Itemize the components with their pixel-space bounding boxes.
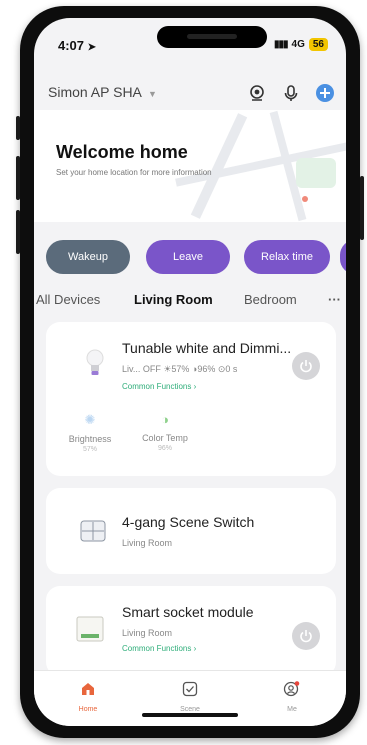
- light-bulb-icon: [86, 348, 104, 383]
- room-tabs: All Devices Living Room Bedroom ···: [34, 288, 346, 314]
- scene-more-button[interactable]: [340, 240, 346, 274]
- tabbar-me[interactable]: Me: [262, 681, 322, 713]
- scene-label: Relax time: [261, 251, 313, 263]
- scene-leave-button[interactable]: Leave: [146, 240, 230, 274]
- home-header: Simon AP SHA ▼: [34, 76, 346, 106]
- volume-up-button: [16, 156, 20, 200]
- microphone-icon[interactable]: [280, 82, 302, 104]
- sun-icon: ✺: [84, 412, 96, 427]
- welcome-title: Welcome home: [56, 142, 188, 162]
- tabbar-scene[interactable]: Scene: [160, 681, 220, 713]
- device-card-scene-switch[interactable]: 4-gang Scene Switch Living Room: [46, 488, 336, 574]
- signal-icon: ▮▮▮: [274, 39, 288, 50]
- scene-shortcuts: Wakeup Leave Relax time: [34, 240, 346, 276]
- tab-bedroom[interactable]: Bedroom: [244, 292, 297, 307]
- welcome-card[interactable]: Welcome home Set your home location for …: [34, 110, 346, 222]
- map-park: [296, 158, 336, 188]
- device-status: Liv... OFF ☀57% ◑96% ⊙0 s: [122, 364, 238, 374]
- dynamic-island: [157, 26, 267, 48]
- brightness-label: Brightness: [68, 434, 112, 444]
- common-functions-link[interactable]: Common Functions ›: [122, 644, 196, 653]
- device-card-smart-socket[interactable]: Smart socket module Living Room Common F…: [46, 586, 336, 676]
- home-name-label: Simon AP SHA: [48, 84, 142, 100]
- device-name: 4-gang Scene Switch: [122, 514, 255, 530]
- power-side-button: [360, 176, 364, 240]
- scene-icon: [182, 681, 198, 697]
- scene-wakeup-button[interactable]: Wakeup: [46, 240, 130, 274]
- power-icon: [300, 630, 312, 643]
- bottom-tab-bar: Home Scene Me: [34, 670, 346, 726]
- brightness-control[interactable]: ✺ Brightness 57%: [60, 412, 120, 453]
- home-indicator: [142, 713, 238, 717]
- tabbar-home-label: Home: [78, 706, 98, 713]
- power-icon: [300, 360, 312, 373]
- power-toggle-button[interactable]: [292, 622, 320, 650]
- device-card-tunable-light[interactable]: Tunable white and Dimmi... Liv... OFF ☀5…: [46, 322, 336, 476]
- status-time: 4:07 ➤: [58, 38, 97, 53]
- device-room: Living Room: [122, 628, 173, 638]
- tab-living-room[interactable]: Living Room: [134, 292, 213, 307]
- home-selector[interactable]: Simon AP SHA ▼: [48, 84, 157, 100]
- tabbar-me-label: Me: [287, 706, 297, 713]
- welcome-subtitle: Set your home location for more informat…: [56, 168, 212, 177]
- device-name: Tunable white and Dimmi...: [122, 340, 292, 356]
- color-temp-value: 96%: [157, 445, 172, 452]
- device-name: Smart socket module: [122, 604, 254, 620]
- mute-switch: [16, 116, 20, 140]
- home-icon: [82, 683, 94, 695]
- app-screen: 4:07 ➤ ▮▮▮ 4G 56 Simon AP SHA ▼ Welcome …: [34, 18, 346, 726]
- power-toggle-button[interactable]: [292, 352, 320, 380]
- scene-label: Wakeup: [68, 251, 108, 263]
- scene-switch-icon: [80, 520, 106, 547]
- scene-relax-button[interactable]: Relax time: [244, 240, 330, 274]
- tabbar-home[interactable]: Home: [58, 681, 118, 713]
- battery-badge: 56: [308, 38, 328, 51]
- location-arrow-icon: ➤: [87, 42, 97, 53]
- common-functions-link[interactable]: Common Functions ›: [122, 382, 196, 391]
- color-temp-control[interactable]: ◑ Color Temp 96%: [132, 412, 198, 452]
- caret-down-icon: ▼: [148, 89, 157, 99]
- brightness-value: 57%: [82, 446, 97, 453]
- color-temp-icon: ◑: [161, 412, 169, 427]
- camera-icon[interactable]: [246, 82, 268, 104]
- phone-frame: 4:07 ➤ ▮▮▮ 4G 56 Simon AP SHA ▼ Welcome …: [16, 6, 364, 738]
- status-right: ▮▮▮ 4G 56: [274, 38, 328, 51]
- tabs-more-button[interactable]: ···: [328, 292, 341, 307]
- scene-label: Leave: [173, 251, 203, 263]
- device-room: Living Room: [122, 538, 173, 548]
- network-type: 4G: [291, 39, 305, 50]
- map-pin-icon: [302, 196, 308, 202]
- user-icon: [283, 681, 300, 697]
- tab-all-devices[interactable]: All Devices: [36, 292, 100, 307]
- color-temp-label: Color Temp: [142, 433, 188, 443]
- tabbar-scene-label: Scene: [180, 706, 200, 713]
- add-icon[interactable]: [314, 82, 336, 104]
- socket-module-icon: [76, 616, 104, 647]
- volume-down-button: [16, 210, 20, 254]
